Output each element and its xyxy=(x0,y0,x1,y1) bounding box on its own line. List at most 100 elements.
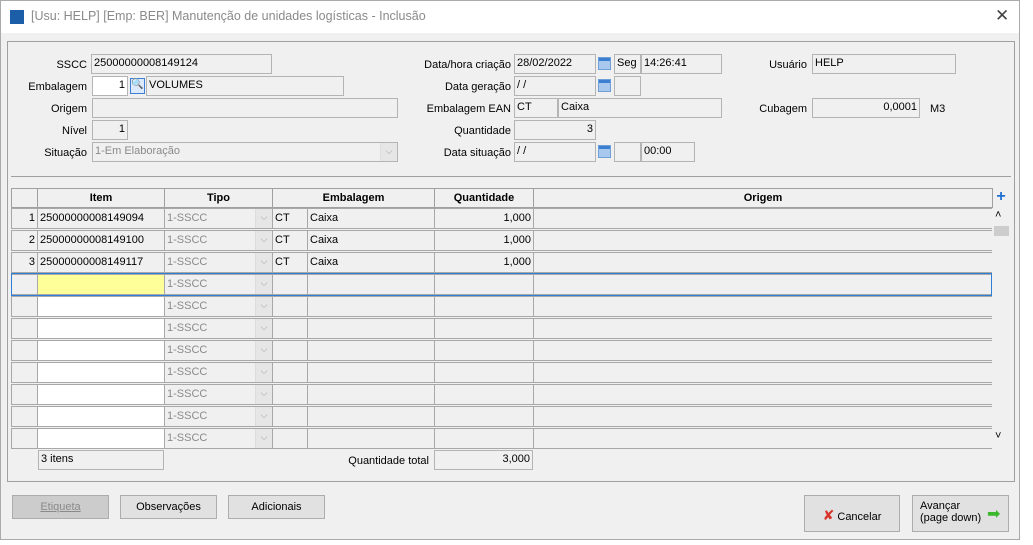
origem-cell[interactable] xyxy=(533,296,993,317)
quantidade-cell[interactable] xyxy=(434,428,534,449)
chevron-down-icon[interactable]: ⌵ xyxy=(255,253,272,272)
quantidade-cell[interactable] xyxy=(434,384,534,405)
embalagem-code-cell[interactable] xyxy=(272,274,308,295)
etiqueta-button[interactable]: Etiqueta xyxy=(12,495,109,519)
embalagem-desc-cell[interactable] xyxy=(307,318,435,339)
item-cell[interactable] xyxy=(37,384,165,405)
calendar-icon[interactable] xyxy=(598,79,611,92)
origem-cell[interactable] xyxy=(533,252,993,273)
chevron-down-icon[interactable]: ⌵ xyxy=(255,385,272,404)
scroll-thumb[interactable] xyxy=(994,226,1009,236)
tipo-select[interactable]: 1-SSCC ⌵ xyxy=(164,274,273,295)
grid-header-tipo[interactable]: Tipo xyxy=(164,188,273,208)
quantidade-cell[interactable] xyxy=(434,296,534,317)
origem-cell[interactable] xyxy=(533,274,993,295)
chevron-down-icon[interactable]: ⌵ xyxy=(255,407,272,426)
situacao-select[interactable]: 1-Em Elaboração ⌵ xyxy=(92,142,398,162)
origem-cell[interactable] xyxy=(533,362,993,383)
criacao-time-field[interactable]: 14:26:41 xyxy=(641,54,722,74)
chevron-down-icon[interactable]: ⌵ xyxy=(255,341,272,360)
embalagem-desc-cell[interactable]: Caixa xyxy=(307,208,435,229)
origem-cell[interactable] xyxy=(533,384,993,405)
chevron-down-icon[interactable]: ⌵ xyxy=(255,209,272,228)
scroll-up-icon[interactable]: ˄ xyxy=(995,209,1001,221)
nivel-field[interactable]: 1 xyxy=(92,120,128,140)
tipo-select[interactable]: 1-SSCC ⌵ xyxy=(164,362,273,383)
scrollbar[interactable]: ˄ ˅ xyxy=(992,208,1010,449)
embalagem-code-field[interactable]: 1 xyxy=(92,76,128,96)
embalagem-desc-cell[interactable]: Caixa xyxy=(307,230,435,251)
geracao-date-field[interactable]: / / xyxy=(514,76,596,96)
item-cell[interactable] xyxy=(37,340,165,361)
grid-header-embalagem[interactable]: Embalagem xyxy=(272,188,435,208)
chevron-down-icon[interactable]: ⌵ xyxy=(255,231,272,250)
embalagem-code-cell[interactable] xyxy=(272,362,308,383)
embalagem-desc-cell[interactable] xyxy=(307,428,435,449)
embalagem-code-cell[interactable] xyxy=(272,296,308,317)
quantidade-cell[interactable] xyxy=(434,362,534,383)
grid-header-item[interactable]: Item xyxy=(37,188,165,208)
embalagem-code-cell[interactable] xyxy=(272,384,308,405)
chevron-down-icon[interactable]: ⌵ xyxy=(255,319,272,338)
quantidade-cell[interactable] xyxy=(434,340,534,361)
observacoes-button[interactable]: Observações xyxy=(120,495,217,519)
embalagem-desc-cell[interactable] xyxy=(307,274,435,295)
tipo-select[interactable]: 1-SSCC ⌵ xyxy=(164,252,273,273)
quantidade-cell[interactable]: 1,000 xyxy=(434,252,534,273)
search-icon[interactable]: 🔍 xyxy=(130,78,145,94)
close-icon[interactable]: ✕ xyxy=(995,6,1009,26)
embalagem-desc-cell[interactable]: Caixa xyxy=(307,252,435,273)
criacao-date-field[interactable]: 28/02/2022 xyxy=(514,54,596,74)
embalagem-code-cell[interactable] xyxy=(272,318,308,339)
calendar-icon[interactable] xyxy=(598,145,611,158)
quantidade-cell[interactable] xyxy=(434,318,534,339)
calendar-icon[interactable] xyxy=(598,57,611,70)
item-cell[interactable] xyxy=(37,274,165,295)
origem-cell[interactable] xyxy=(533,230,993,251)
tipo-select[interactable]: 1-SSCC ⌵ xyxy=(164,384,273,405)
quantidade-field[interactable]: 3 xyxy=(514,120,596,140)
tipo-select[interactable]: 1-SSCC ⌵ xyxy=(164,318,273,339)
embalagem-code-cell[interactable]: CT xyxy=(272,252,308,273)
item-cell[interactable] xyxy=(37,296,165,317)
item-cell[interactable] xyxy=(37,362,165,383)
origem-cell[interactable] xyxy=(533,318,993,339)
grid-header-origem[interactable]: Origem xyxy=(533,188,993,208)
embalagem-code-cell[interactable] xyxy=(272,428,308,449)
ean-code-field[interactable]: CT xyxy=(514,98,558,118)
embalagem-code-cell[interactable]: CT xyxy=(272,230,308,251)
adicionais-button[interactable]: Adicionais xyxy=(228,495,325,519)
item-cell[interactable] xyxy=(37,428,165,449)
embalagem-code-cell[interactable] xyxy=(272,340,308,361)
chevron-down-icon[interactable]: ⌵ xyxy=(255,429,272,448)
tipo-select[interactable]: 1-SSCC ⌵ xyxy=(164,428,273,449)
item-cell[interactable] xyxy=(37,406,165,427)
item-cell[interactable] xyxy=(37,318,165,339)
tipo-select[interactable]: 1-SSCC ⌵ xyxy=(164,230,273,251)
quantidade-cell[interactable] xyxy=(434,406,534,427)
item-cell[interactable]: 25000000008149100 xyxy=(37,230,165,251)
embalagem-desc-cell[interactable] xyxy=(307,384,435,405)
embalagem-desc-cell[interactable] xyxy=(307,340,435,361)
scroll-down-icon[interactable]: ˅ xyxy=(995,430,1001,442)
quantidade-cell[interactable]: 1,000 xyxy=(434,208,534,229)
embalagem-code-cell[interactable] xyxy=(272,406,308,427)
sscc-field[interactable]: 25000000008149124 xyxy=(91,54,272,74)
embalagem-code-cell[interactable]: CT xyxy=(272,208,308,229)
origem-cell[interactable] xyxy=(533,406,993,427)
origem-cell[interactable] xyxy=(533,340,993,361)
dsituacao-date-field[interactable]: / / xyxy=(514,142,596,162)
origem-field[interactable] xyxy=(92,98,398,118)
cancelar-button[interactable]: ✘ Cancelar xyxy=(804,495,900,532)
dsituacao-time-field[interactable]: 00:00 xyxy=(641,142,695,162)
origem-cell[interactable] xyxy=(533,208,993,229)
chevron-down-icon[interactable]: ⌵ xyxy=(255,275,272,294)
item-cell[interactable]: 25000000008149094 xyxy=(37,208,165,229)
embalagem-desc-cell[interactable] xyxy=(307,406,435,427)
origem-cell[interactable] xyxy=(533,428,993,449)
avancar-button[interactable]: Avançar (page down) ➡ xyxy=(912,495,1009,532)
add-row-icon[interactable]: + xyxy=(994,189,1008,205)
chevron-down-icon[interactable]: ⌵ xyxy=(380,143,397,161)
tipo-select[interactable]: 1-SSCC ⌵ xyxy=(164,406,273,427)
quantidade-cell[interactable] xyxy=(434,274,534,295)
